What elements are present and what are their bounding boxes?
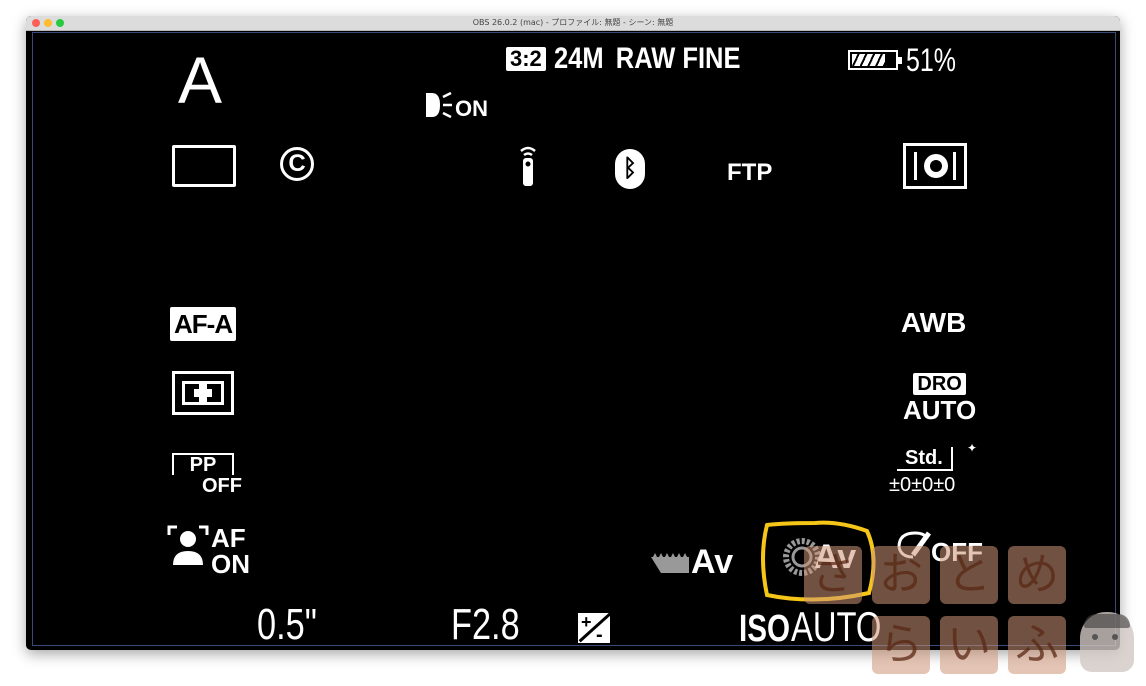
dial-left-label: Av <box>691 543 734 581</box>
creative-style: Std. <box>897 447 953 471</box>
watermark-char: と <box>940 546 998 604</box>
focus-area-icon <box>172 371 234 415</box>
aperture-value: F2.8 <box>451 600 520 649</box>
iso-value: AUTO <box>791 603 882 650</box>
face-af-indicator: AF ON <box>167 525 250 577</box>
creative-style-indicator: Std. ✦ ±0±0±0 <box>889 441 977 499</box>
watermark-char: め <box>1008 546 1066 604</box>
dro-indicator: DRO AUTO <box>903 373 976 425</box>
face-af-state: ON <box>211 549 250 579</box>
metering-icon <box>903 143 967 189</box>
iso-label: ISO <box>739 608 791 650</box>
shutter-speed: 0.5" <box>257 600 317 649</box>
flash-indicator: ON <box>423 85 488 121</box>
aspect-ratio-badge: 3:2 <box>506 47 546 71</box>
shooting-mode: A <box>178 43 223 117</box>
face-af-label: AF <box>211 523 246 553</box>
white-balance: AWB <box>901 307 967 338</box>
dro-label: DRO <box>913 373 966 395</box>
face-detection-icon <box>167 525 209 565</box>
dial-indicator-left: Av <box>651 543 733 582</box>
watermark-char: お <box>872 546 930 604</box>
copyright-icon: C <box>280 147 314 181</box>
image-frame-icon <box>172 145 236 187</box>
dial-icon <box>651 552 689 573</box>
creative-style-values: ±0±0±0 <box>889 474 956 496</box>
watermark-char: ら <box>872 616 930 674</box>
watermark-char: さ <box>804 546 862 604</box>
image-size: 24M <box>553 42 604 75</box>
battery-percent: 51% <box>906 41 956 78</box>
focus-mode: AF-A <box>170 307 237 341</box>
dro-value: AUTO <box>903 395 977 425</box>
exposure-compensation-icon: + - <box>578 613 610 643</box>
bluetooth-icon: ᛒ <box>615 149 645 189</box>
mascot-icon <box>1080 612 1134 672</box>
flash-status: ON <box>455 96 488 121</box>
image-settings: 3:2 24M RAW FINE <box>506 41 773 77</box>
picture-profile-state: OFF <box>202 475 242 497</box>
battery-status: 51% <box>848 41 970 78</box>
picture-profile-label: PP <box>172 453 234 475</box>
remote-control-icon <box>520 146 536 186</box>
window-title: OBS 26.0.2 (mac) - プロファイル: 無題 - シーン: 無題 <box>472 18 674 27</box>
ftp-indicator: FTP <box>727 159 773 186</box>
flash-icon <box>426 91 452 119</box>
picture-profile-indicator: PP OFF <box>172 453 242 496</box>
image-quality: RAW FINE <box>615 42 741 75</box>
sparkle-icon: ✦ <box>967 441 978 455</box>
watermark-char: い <box>940 616 998 674</box>
title-bar: OBS 26.0.2 (mac) - プロファイル: 無題 - シーン: 無題 <box>26 16 1120 31</box>
watermark-char: ふ <box>1008 616 1066 674</box>
battery-icon <box>848 50 902 70</box>
